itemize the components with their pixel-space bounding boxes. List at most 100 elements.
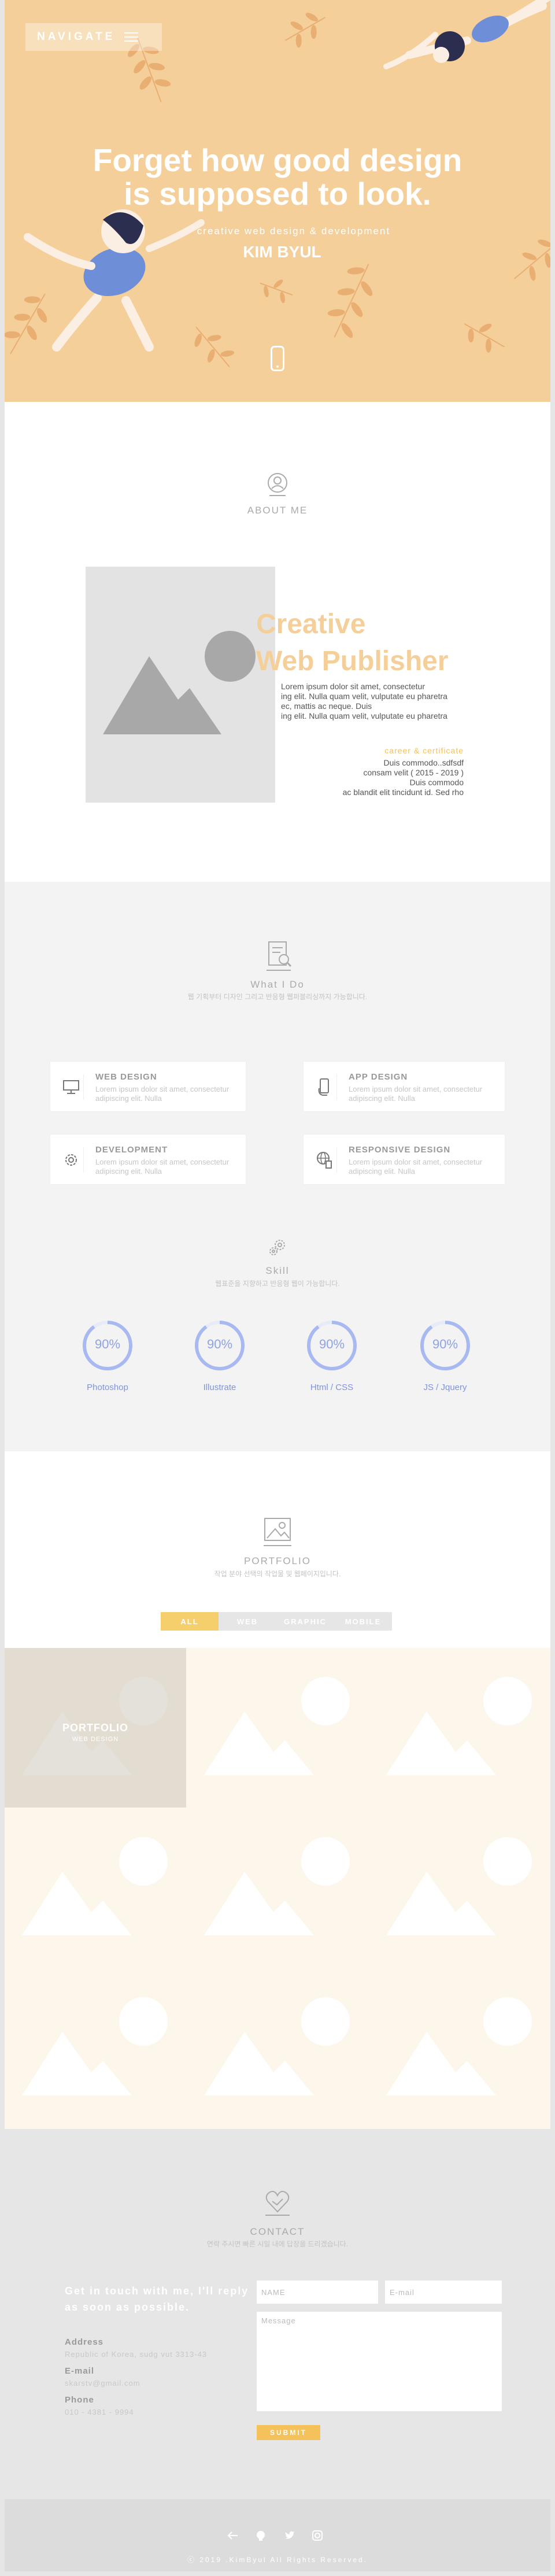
about-title: ABOUT ME — [247, 505, 308, 516]
portfolio-thumbnail — [386, 1677, 532, 1775]
hero-subtitle: creative web design & development — [197, 226, 391, 236]
email-field[interactable] — [385, 2281, 502, 2304]
contact-section: CONTACT 연락 주시면 빠른 시일 내에 답장을 드리겠습니다. Get … — [5, 2129, 550, 2499]
tab-mobile[interactable]: MOBILE — [334, 1612, 392, 1631]
career-title: career & certificate — [384, 746, 464, 755]
skill-ring: 90% — [193, 1319, 246, 1372]
portfolio-item[interactable] — [187, 1808, 368, 1968]
portfolio-section: PORTFOLIO 작업 분야 선택의 작업물 및 웹페이지입니다. ALL W… — [5, 1451, 550, 2129]
github-icon[interactable] — [254, 2529, 267, 2542]
back-arrow-icon[interactable] — [227, 2529, 239, 2542]
name-field[interactable] — [257, 2281, 378, 2304]
about-paragraph-line: ing elit. Nulla quam velit, vulputate eu… — [281, 692, 447, 701]
gears-icon — [266, 1236, 289, 1259]
skill-name: Illustrate — [203, 1383, 236, 1392]
contact-title: CONTACT — [250, 2226, 305, 2237]
portfolio-item[interactable] — [369, 1648, 550, 1808]
hero-title-line1: Forget how good design — [92, 142, 462, 178]
services-section: What I Do 웹 기획부터 디자인 그리고 반응형 웹퍼블리싱까지 가능합… — [5, 882, 550, 1451]
navigate-label: NAVIGATE — [37, 31, 116, 43]
about-paragraph-line: Lorem ipsum dolor sit amet, consectetur — [281, 682, 425, 691]
portfolio-item[interactable] — [187, 1968, 368, 2128]
twitter-icon[interactable] — [283, 2529, 296, 2542]
about-paragraph-line: ec, mattis ac neque. Duis — [281, 701, 372, 711]
service-name: RESPONSIVE DESIGN — [349, 1145, 451, 1155]
service-desc: Lorem ipsum dolor sit amet, consectetur … — [95, 1158, 230, 1176]
globe-device-icon — [312, 1147, 337, 1173]
email-value: skarstv@gmail.com — [65, 2379, 140, 2387]
service-card: DEVELOPMENT Lorem ipsum dolor sit amet, … — [50, 1134, 246, 1185]
heart-handshake-icon — [262, 2187, 293, 2217]
hero-name: KIM BYUL — [243, 243, 321, 261]
tab-web[interactable]: WEB — [219, 1612, 276, 1631]
service-name: WEB DESIGN — [95, 1072, 157, 1082]
email-label: E-mail — [65, 2366, 95, 2376]
skill-percent: 90% — [432, 1337, 458, 1351]
skill-name: Html / CSS — [310, 1383, 354, 1392]
skill-ring: 90% — [419, 1319, 472, 1372]
portfolio-item[interactable] — [5, 1968, 186, 2128]
portfolio-thumbnail — [386, 1997, 532, 2095]
portfolio-title: PORTFOLIO — [244, 1555, 311, 1566]
submit-button[interactable]: SUBMIT — [257, 2425, 320, 2440]
footer: ⓒ 2019 .KimByul All Rights Reserved. — [5, 2499, 550, 2571]
portfolio-item-title: PORTFOLIO — [62, 1722, 128, 1734]
portfolio-thumbnail — [204, 1997, 350, 2095]
gear-icon — [58, 1147, 84, 1173]
service-desc: Lorem ipsum dolor sit amet, consectetur … — [349, 1085, 483, 1103]
portfolio-thumbnail — [204, 1837, 350, 1935]
portfolio-thumbnail — [22, 1997, 168, 2095]
tab-all[interactable]: ALL — [161, 1612, 219, 1631]
skill-percent: 90% — [319, 1337, 345, 1351]
phone-icon[interactable] — [271, 346, 284, 371]
picture-icon — [261, 1515, 294, 1547]
career-line: Duis commodo — [409, 778, 464, 787]
portfolio-item[interactable] — [187, 1648, 368, 1808]
about-heading: Creative Web Publisher — [256, 606, 449, 680]
skill-percent: 90% — [94, 1337, 121, 1351]
portfolio-header: PORTFOLIO 작업 분야 선택의 작업물 및 웹페이지입니다. ALL W… — [5, 1451, 550, 1648]
portfolio-thumbnail — [22, 1837, 168, 1935]
page: NAVIGATE Forget how good design is suppo… — [0, 0, 555, 2576]
services-desc: 웹 기획부터 디자인 그리고 반응형 웹퍼블리싱까지 가능합니다. — [187, 993, 368, 1001]
mobile-hand-icon — [312, 1074, 337, 1100]
hero-section: NAVIGATE Forget how good design is suppo… — [5, 0, 550, 402]
address-value: Republic of Korea, sudg vut 3313-43 — [65, 2350, 208, 2359]
portfolio-item[interactable] — [369, 1808, 550, 1968]
contact-desc: 연락 주시면 빠른 시일 내에 답장을 드리겠습니다. — [206, 2240, 349, 2248]
service-name: DEVELOPMENT — [95, 1145, 168, 1155]
services-title: What I Do — [250, 979, 305, 990]
portfolio-item-category: WEB DESIGN — [72, 1736, 119, 1743]
service-card: RESPONSIVE DESIGN Lorem ipsum dolor sit … — [303, 1134, 505, 1185]
tab-graphic[interactable]: GRAPHIC — [276, 1612, 334, 1631]
message-field[interactable] — [257, 2312, 502, 2411]
service-name: APP DESIGN — [349, 1072, 408, 1082]
skill-ring: 90% — [81, 1319, 134, 1372]
portfolio-thumbnail — [204, 1677, 350, 1775]
about-heading-line2: Web Publisher — [256, 646, 449, 677]
instagram-icon[interactable] — [311, 2529, 324, 2542]
portfolio-item[interactable]: PORTFOLIO WEB DESIGN — [5, 1648, 186, 1808]
service-card: APP DESIGN Lorem ipsum dolor sit amet, c… — [303, 1061, 505, 1112]
service-card: WEB DESIGN Lorem ipsum dolor sit amet, c… — [50, 1061, 246, 1112]
hero-title: Forget how good design is supposed to lo… — [5, 143, 550, 210]
navigate-button[interactable]: NAVIGATE — [25, 23, 162, 51]
monitor-icon — [58, 1074, 84, 1100]
portfolio-item[interactable] — [5, 1808, 186, 1968]
skill-name: JS / Jquery — [423, 1383, 467, 1392]
skill-percent: 90% — [206, 1337, 233, 1351]
address-label: Address — [65, 2337, 104, 2347]
copyright: ⓒ 2019 .KimByul All Rights Reserved. — [187, 2556, 368, 2564]
phone-value: 010 - 4381 - 9994 — [65, 2408, 134, 2416]
about-paragraph-line: ing elit. Nulla quam velit, vulputate eu… — [281, 711, 447, 720]
skill-title: Skill — [265, 1265, 290, 1276]
service-desc: Lorem ipsum dolor sit amet, consectetur … — [95, 1085, 230, 1103]
portfolio-thumbnail — [386, 1837, 532, 1935]
portfolio-item[interactable] — [369, 1968, 550, 2128]
career-line: ac blandit elit tincidunt id. Sed rho — [342, 788, 464, 797]
skill-desc: 웹표준을 지향하고 반응형 웹이 가능합니다. — [215, 1280, 340, 1288]
profile-icon — [265, 471, 290, 497]
career-line: consam velit ( 2015 - 2019 ) — [363, 768, 464, 777]
career-line: Duis commodo..sdfsdf — [383, 758, 464, 767]
about-image-placeholder — [86, 567, 275, 803]
